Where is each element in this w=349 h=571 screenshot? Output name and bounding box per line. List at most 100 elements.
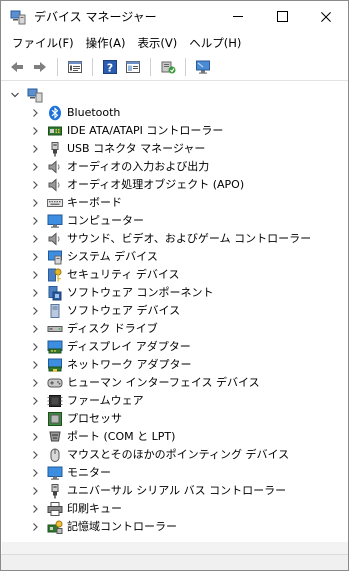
chevron-right-icon[interactable]: [29, 431, 41, 443]
tree-category-row[interactable]: オーディオの入力および出力: [2, 158, 348, 176]
computer-monitor-icon: [47, 213, 63, 229]
menu-help[interactable]: ヘルプ(H): [183, 32, 247, 54]
tree-category-row[interactable]: ディスク ドライブ: [2, 320, 348, 338]
chevron-right-icon[interactable]: [29, 449, 41, 461]
update-driver-icon: [161, 61, 176, 74]
minimize-button[interactable]: [216, 1, 260, 32]
chevron-right-icon[interactable]: [29, 467, 41, 479]
tree-category-row[interactable]: マウスとそのほかのポインティング デバイス: [2, 446, 348, 464]
category-label: ソフトウェア コンポーネント: [67, 286, 214, 299]
back-button[interactable]: [6, 56, 28, 78]
chevron-down-icon[interactable]: [9, 89, 21, 101]
tree-category-row[interactable]: ネットワーク アダプター: [2, 356, 348, 374]
arrow-right-icon: [34, 62, 46, 72]
storage-controller-icon: [47, 519, 63, 535]
scan-hardware-button[interactable]: [192, 56, 214, 78]
menu-action[interactable]: 操作(A): [80, 32, 132, 54]
tree-root-row[interactable]: [2, 86, 348, 104]
chevron-right-icon[interactable]: [29, 197, 41, 209]
chevron-right-icon[interactable]: [29, 143, 41, 155]
tree-category-row[interactable]: ソフトウェア デバイス: [2, 302, 348, 320]
ide-controller-icon: [47, 123, 63, 139]
maximize-button[interactable]: [260, 1, 304, 32]
category-label: マウスとそのほかのポインティング デバイス: [67, 448, 290, 461]
tree-category-row[interactable]: サウンド、ビデオ、およびゲーム コントローラー: [2, 230, 348, 248]
category-label: ヒューマン インターフェイス デバイス: [67, 376, 260, 389]
tree-category-row[interactable]: IDE ATA/ATAPI コントローラー: [2, 122, 348, 140]
tree-category-row[interactable]: ユニバーサル シリアル バス コントローラー: [2, 482, 348, 500]
tree-category-row[interactable]: キーボード: [2, 194, 348, 212]
keyboard-icon: [47, 195, 63, 211]
tree-category-row[interactable]: ディスプレイ アダプター: [2, 338, 348, 356]
horizontal-scrollbar[interactable]: [2, 542, 348, 554]
help-icon: ?: [103, 60, 117, 75]
update-driver-button[interactable]: [157, 56, 179, 78]
tree-category-row[interactable]: システム デバイス: [2, 248, 348, 266]
properties-button[interactable]: [64, 56, 86, 78]
chevron-right-icon[interactable]: [29, 341, 41, 353]
category-label: コンピューター: [67, 214, 144, 227]
software-component-icon: [47, 285, 63, 301]
menu-bar: ファイル(F) 操作(A) 表示(V) ヘルプ(H): [1, 32, 348, 54]
chevron-right-icon[interactable]: [29, 485, 41, 497]
tree-category-row[interactable]: ヒューマン インターフェイス デバイス: [2, 374, 348, 392]
chevron-right-icon[interactable]: [29, 287, 41, 299]
category-label: システム デバイス: [67, 250, 158, 263]
chevron-right-icon[interactable]: [29, 179, 41, 191]
category-label: USB コネクタ マネージャー: [67, 142, 206, 155]
forward-button[interactable]: [29, 56, 51, 78]
chevron-right-icon[interactable]: [29, 413, 41, 425]
tree-category-row[interactable]: セキュリティ デバイス: [2, 266, 348, 284]
speaker-icon: [47, 177, 63, 193]
chevron-right-icon[interactable]: [29, 323, 41, 335]
monitor-scan-icon: [196, 60, 210, 74]
tree-category-row[interactable]: 記憶域コントローラー: [2, 518, 348, 536]
console-tree-icon: [126, 61, 140, 73]
title-bar[interactable]: デバイス マネージャー: [1, 1, 348, 32]
toolbar: ?: [1, 54, 348, 81]
menu-file[interactable]: ファイル(F): [6, 32, 80, 54]
tree-category-row[interactable]: コンピューター: [2, 212, 348, 230]
device-tree[interactable]: Bluetooth IDE ATA/ATAPI コントローラー USB コネクタ マ…: [2, 82, 348, 542]
toolbar-separator: [92, 58, 93, 76]
tree-category-row[interactable]: 印刷キュー: [2, 500, 348, 518]
tree-category-row[interactable]: オーディオ処理オブジェクト (APO): [2, 176, 348, 194]
chevron-right-icon[interactable]: [29, 377, 41, 389]
tree-category-row[interactable]: モニター: [2, 464, 348, 482]
tree-category-row[interactable]: Bluetooth: [2, 104, 348, 122]
chevron-right-icon[interactable]: [29, 107, 41, 119]
show-hide-console-tree-button[interactable]: [122, 56, 144, 78]
category-label: ファームウェア: [67, 394, 144, 407]
category-label: プロセッサ: [67, 412, 122, 425]
display-adapter-icon: [47, 339, 63, 355]
category-label: ディスプレイ アダプター: [67, 340, 191, 353]
tree-category-row[interactable]: プロセッサ: [2, 410, 348, 428]
firmware-icon: [47, 393, 63, 409]
chevron-right-icon[interactable]: [29, 251, 41, 263]
chevron-right-icon[interactable]: [29, 503, 41, 515]
system-device-icon: [47, 249, 63, 265]
tree-category-row[interactable]: ソフトウェア コンポーネント: [2, 284, 348, 302]
category-label: モニター: [67, 466, 111, 479]
chevron-right-icon[interactable]: [29, 125, 41, 137]
chevron-right-icon[interactable]: [29, 161, 41, 173]
device-manager-window: デバイス マネージャー ファイル(F) 操作(A) 表示(V) ヘルプ(H) ?: [0, 0, 349, 571]
chevron-right-icon[interactable]: [29, 233, 41, 245]
toolbar-separator: [185, 58, 186, 76]
chevron-right-icon[interactable]: [29, 215, 41, 227]
bluetooth-icon: [47, 105, 63, 121]
toolbar-separator: [57, 58, 58, 76]
tree-category-row[interactable]: ファームウェア: [2, 392, 348, 410]
security-key-icon: [47, 267, 63, 283]
chevron-right-icon[interactable]: [29, 269, 41, 281]
chevron-right-icon[interactable]: [29, 305, 41, 317]
close-button[interactable]: [304, 1, 348, 32]
tree-category-row[interactable]: ポート (COM と LPT): [2, 428, 348, 446]
tree-category-row[interactable]: USB コネクタ マネージャー: [2, 140, 348, 158]
chevron-right-icon[interactable]: [29, 395, 41, 407]
port-icon: [47, 429, 63, 445]
menu-view[interactable]: 表示(V): [131, 32, 183, 54]
chevron-right-icon[interactable]: [29, 359, 41, 371]
help-button[interactable]: ?: [99, 56, 121, 78]
chevron-right-icon[interactable]: [29, 521, 41, 533]
